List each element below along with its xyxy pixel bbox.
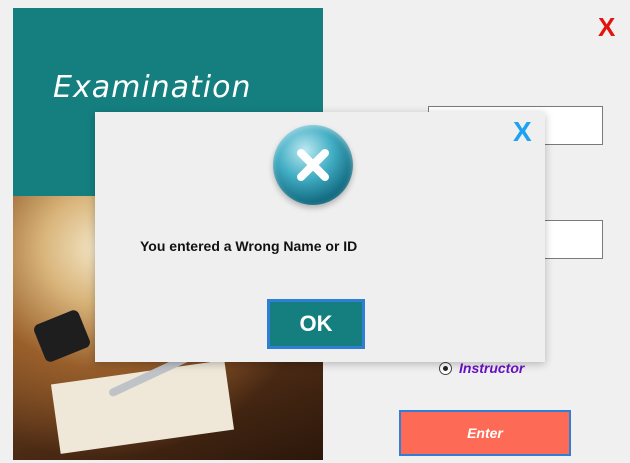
- dialog-close-icon[interactable]: X: [513, 116, 532, 148]
- error-dialog: X You entered a Wrong Name or ID OK: [95, 112, 545, 362]
- error-x-icon: [273, 125, 353, 205]
- app-title: Examination: [53, 70, 252, 105]
- id-field[interactable]: [544, 220, 603, 259]
- window-close-icon[interactable]: X: [598, 12, 615, 43]
- instructor-radio-option[interactable]: Instructor: [439, 360, 524, 376]
- instructor-label: Instructor: [459, 360, 525, 376]
- instructor-radio[interactable]: [439, 361, 452, 375]
- enter-button[interactable]: Enter: [399, 410, 571, 456]
- error-message: You entered a Wrong Name or ID: [140, 238, 358, 254]
- ok-button[interactable]: OK: [267, 299, 365, 349]
